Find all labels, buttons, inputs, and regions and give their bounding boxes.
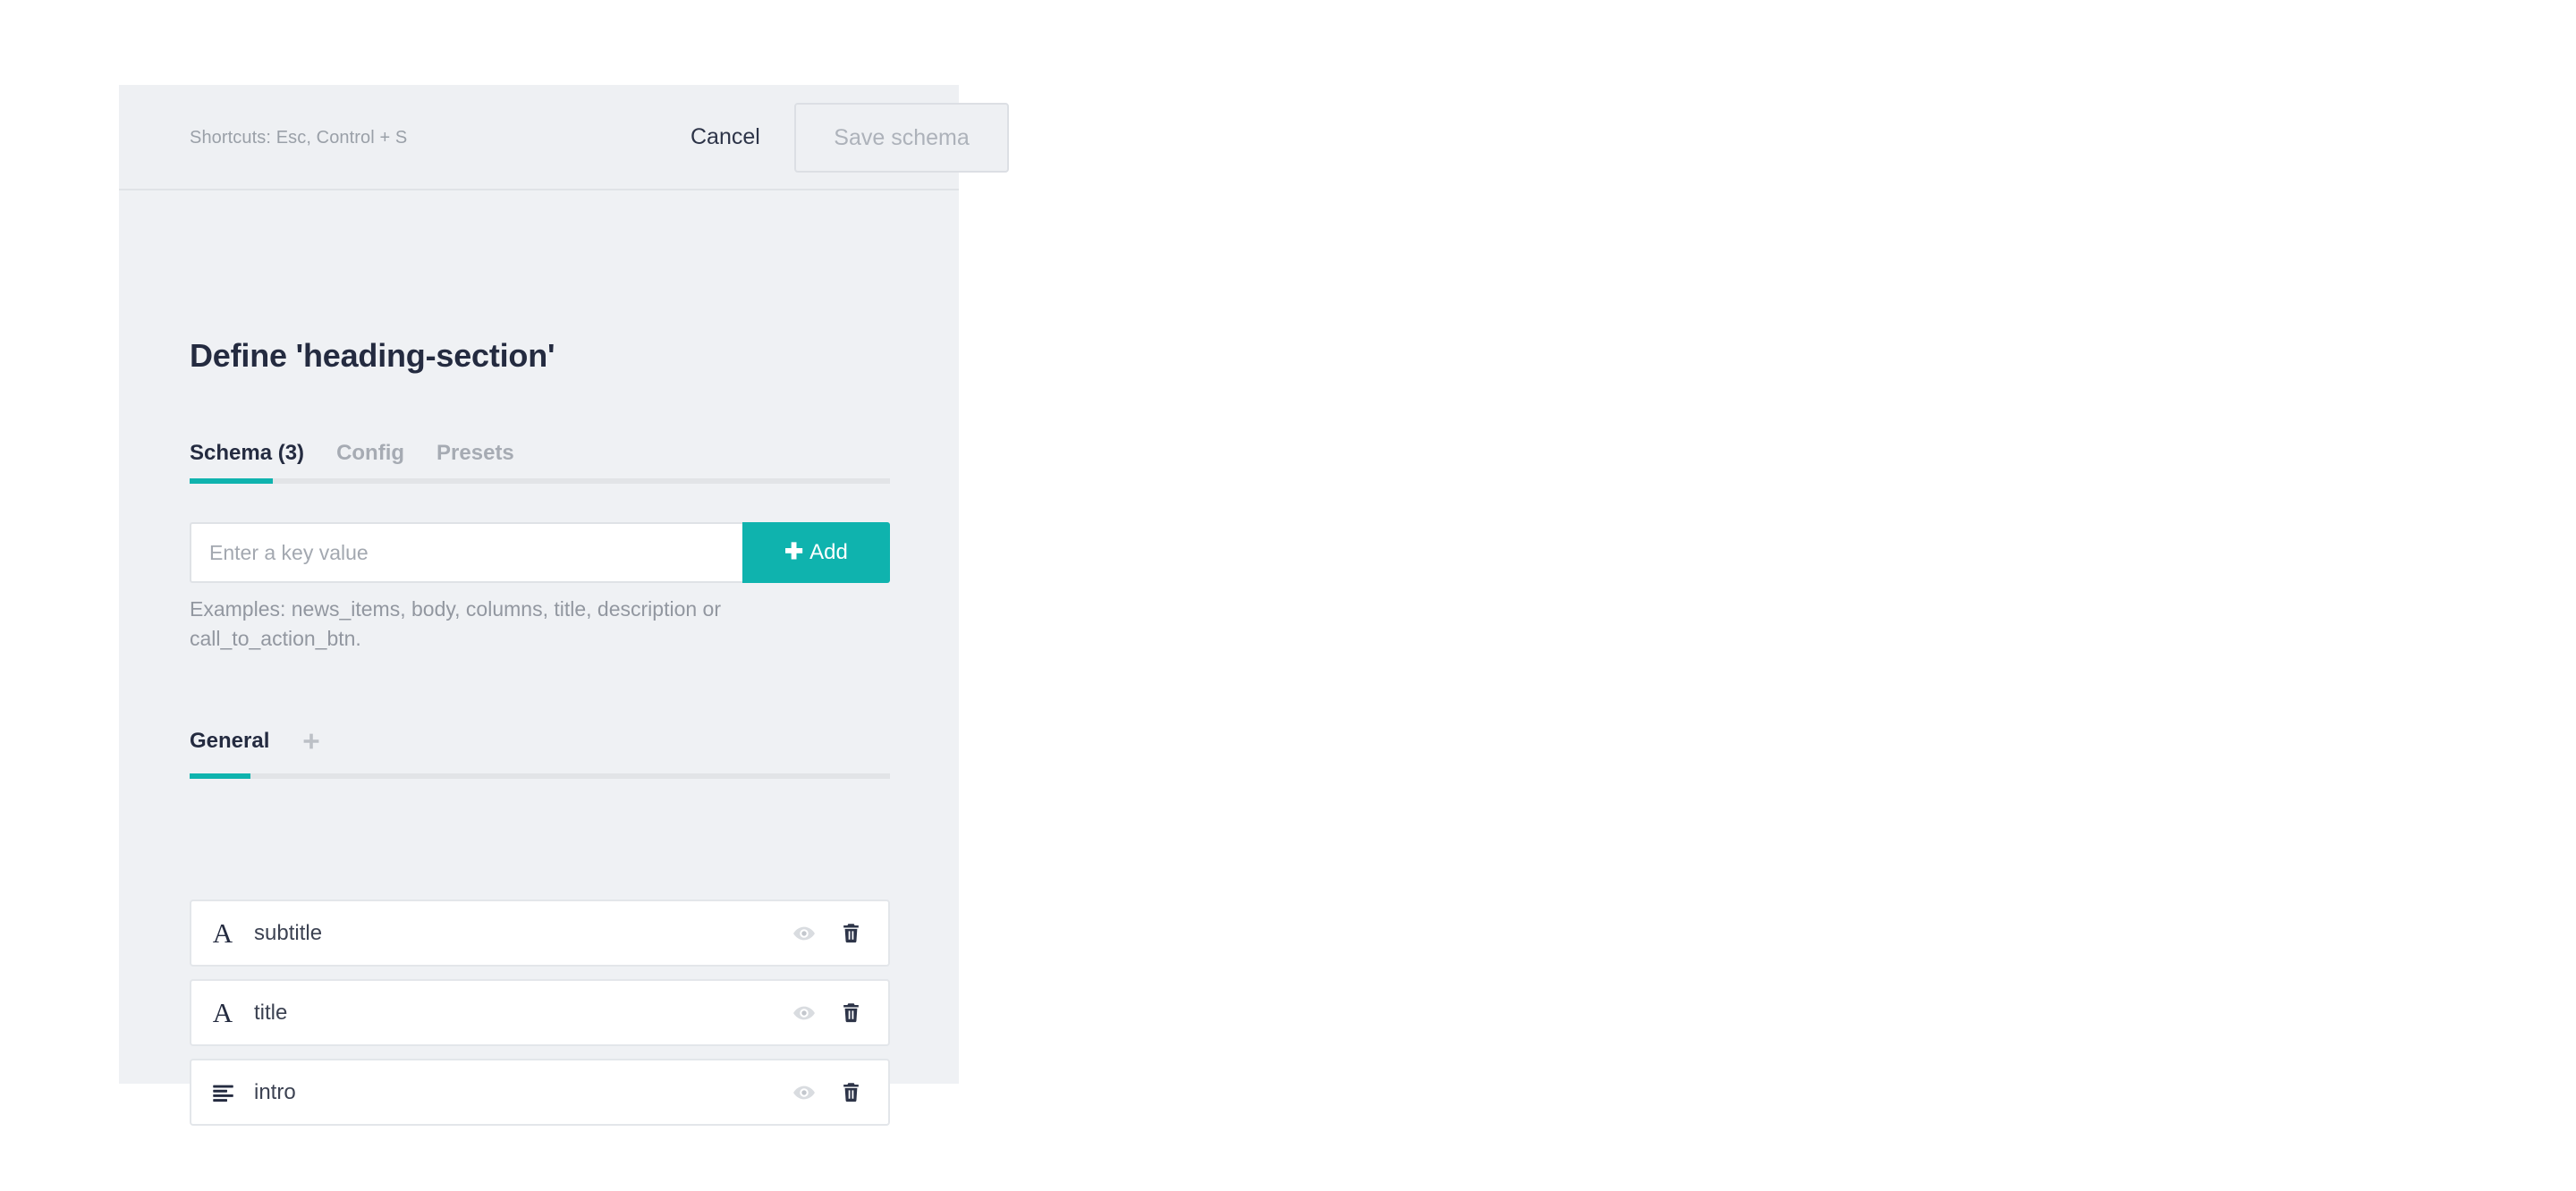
- text-field-icon: A: [191, 999, 254, 1026]
- table-row[interactable]: A title: [190, 979, 890, 1046]
- tab-presets[interactable]: Presets: [436, 443, 514, 464]
- preview-field-button[interactable]: [790, 1078, 818, 1107]
- examples-hint: Examples: news_items, body, columns, tit…: [190, 597, 721, 650]
- group-tab-general[interactable]: General: [190, 731, 269, 752]
- tab-schema[interactable]: Schema (3): [190, 443, 304, 464]
- tab-config[interactable]: Config: [336, 443, 404, 464]
- schema-tabs: Schema (3) Config Presets: [190, 425, 890, 484]
- plus-icon: ✚: [784, 538, 804, 564]
- delete-field-button[interactable]: [836, 1078, 865, 1107]
- field-name-label: subtitle: [254, 920, 323, 945]
- align-left-icon: [212, 1085, 233, 1102]
- add-key-button-label: Add: [809, 540, 848, 564]
- delete-field-button[interactable]: [836, 919, 865, 948]
- schema-editor-panel: Shortcuts: Esc, Control + S Cancel Save …: [119, 85, 1009, 1126]
- group-tabs-active-indicator: [190, 773, 250, 779]
- preview-field-button[interactable]: [790, 999, 818, 1027]
- field-name-label: title: [254, 1000, 288, 1025]
- shortcuts-hint: Shortcuts: Esc, Control + S: [190, 128, 408, 148]
- plus-icon: [303, 733, 319, 749]
- add-key-button[interactable]: ✚ Add: [742, 522, 890, 583]
- schema-tabs-rail: [190, 478, 890, 484]
- delete-field-button[interactable]: [836, 999, 865, 1027]
- key-value-input[interactable]: [190, 522, 742, 583]
- eye-icon: [793, 1085, 815, 1099]
- add-group-button[interactable]: [300, 730, 323, 753]
- preview-field-button[interactable]: [790, 919, 818, 948]
- trash-icon: [843, 1003, 859, 1023]
- page-title: Define 'heading-section': [190, 337, 555, 374]
- eye-icon: [793, 1006, 815, 1019]
- table-row[interactable]: intro: [190, 1059, 890, 1126]
- save-schema-button[interactable]: Save schema: [794, 103, 1009, 173]
- row-actions: [790, 1078, 888, 1107]
- add-key-form: ✚ Add: [190, 522, 890, 583]
- schema-field-list: A subtitle A title intro: [190, 900, 890, 1138]
- group-tabs-rail: [190, 773, 890, 779]
- letter-a-icon: A: [212, 917, 233, 949]
- eye-icon: [793, 926, 815, 940]
- letter-a-icon: A: [212, 997, 233, 1028]
- group-tabs: General: [190, 723, 890, 779]
- rich-text-icon: [191, 1080, 254, 1104]
- panel-header: Shortcuts: Esc, Control + S Cancel Save …: [119, 85, 1009, 190]
- table-row[interactable]: A subtitle: [190, 900, 890, 967]
- field-name-label: intro: [254, 1079, 296, 1104]
- text-field-icon: A: [191, 919, 254, 947]
- row-actions: [790, 919, 888, 948]
- trash-icon: [843, 1083, 859, 1102]
- schema-tabs-active-indicator: [190, 478, 273, 484]
- trash-icon: [843, 924, 859, 943]
- cancel-button[interactable]: Cancel: [683, 121, 767, 154]
- row-actions: [790, 999, 888, 1027]
